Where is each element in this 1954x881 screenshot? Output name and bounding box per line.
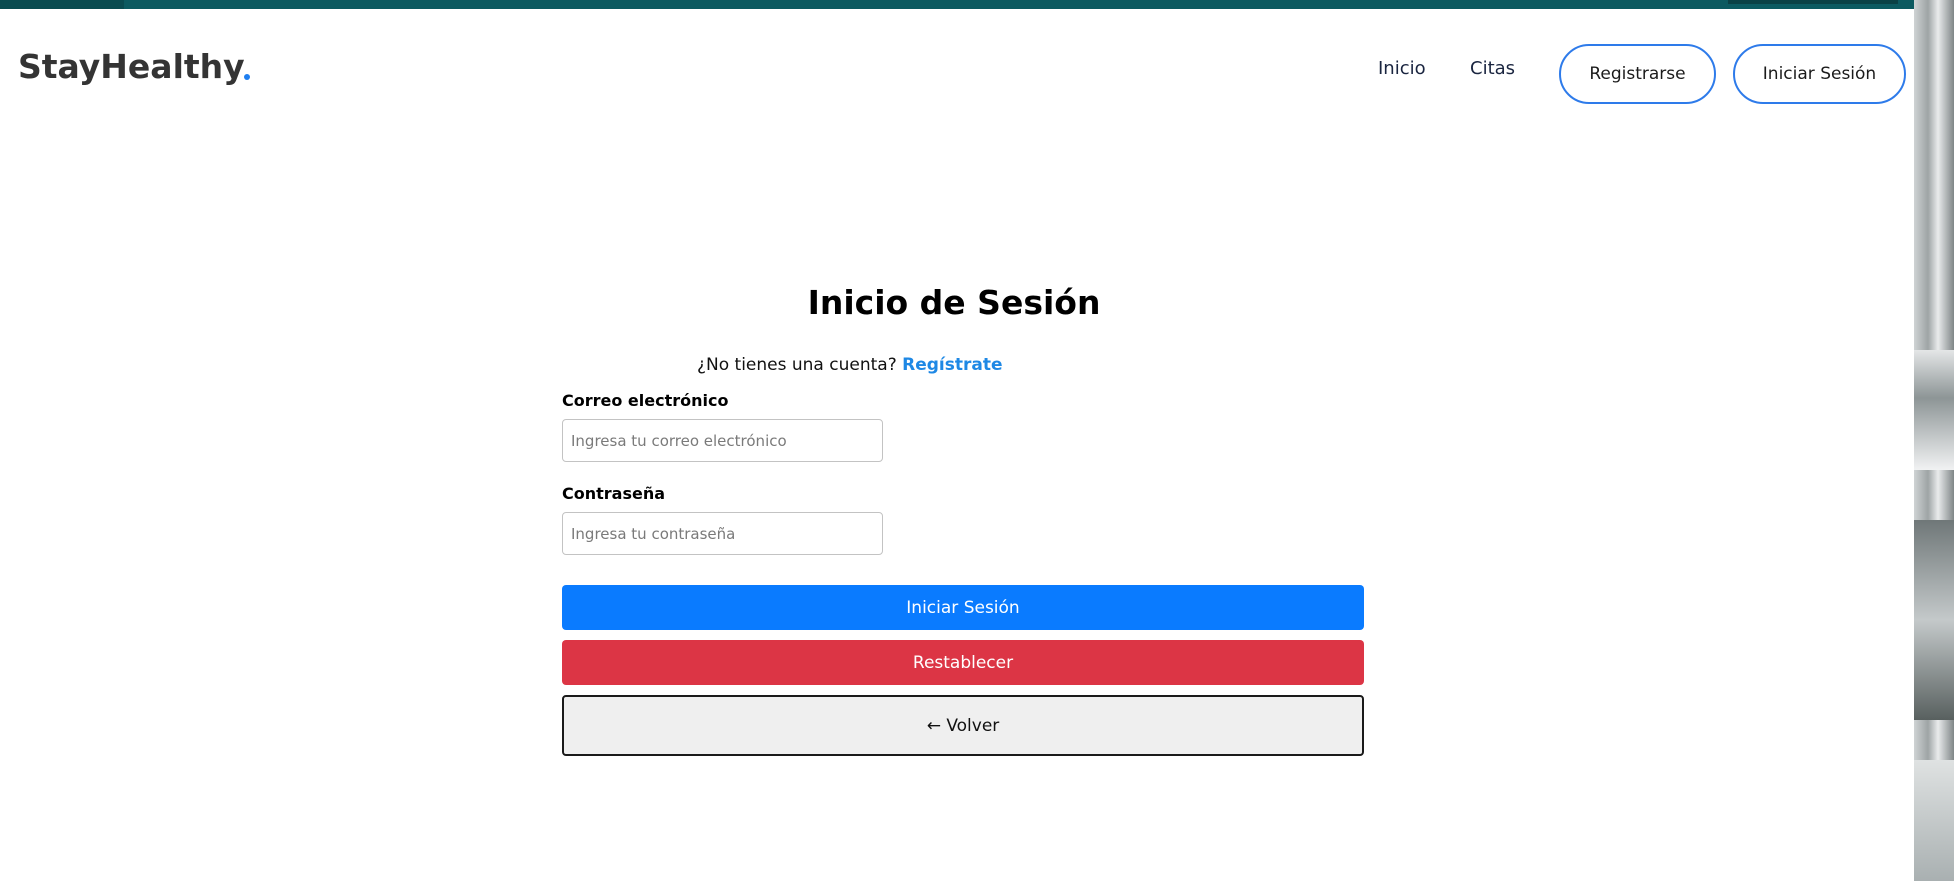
top-strip — [0, 0, 1954, 9]
email-label: Correo electrónico — [562, 391, 729, 410]
submit-login-button[interactable]: Iniciar Sesión — [562, 585, 1364, 630]
reset-button[interactable]: Restablecer — [562, 640, 1364, 685]
background-image-edge — [1914, 0, 1954, 881]
nav-link-inicio[interactable]: Inicio — [1378, 58, 1426, 79]
signup-prompt-text: ¿No tienes una cuenta? — [697, 355, 897, 375]
signup-link[interactable]: Regístrate — [902, 355, 1002, 375]
email-input[interactable] — [562, 419, 883, 462]
top-strip-tab — [0, 0, 124, 9]
brand-dot — [244, 74, 250, 80]
brand-logo[interactable]: StayHealthy — [18, 47, 245, 86]
signup-prompt: ¿No tienes una cuenta? Regístrate — [697, 355, 1003, 375]
nav-link-citas[interactable]: Citas — [1470, 58, 1515, 79]
header-login-button[interactable]: Iniciar Sesión — [1733, 44, 1906, 104]
back-button[interactable]: ← Volver — [562, 695, 1364, 756]
top-strip-tab — [1728, 0, 1898, 4]
register-button[interactable]: Registrarse — [1559, 44, 1716, 104]
password-input[interactable] — [562, 512, 883, 555]
password-label: Contraseña — [562, 484, 666, 503]
page-title: Inicio de Sesión — [807, 283, 1101, 322]
